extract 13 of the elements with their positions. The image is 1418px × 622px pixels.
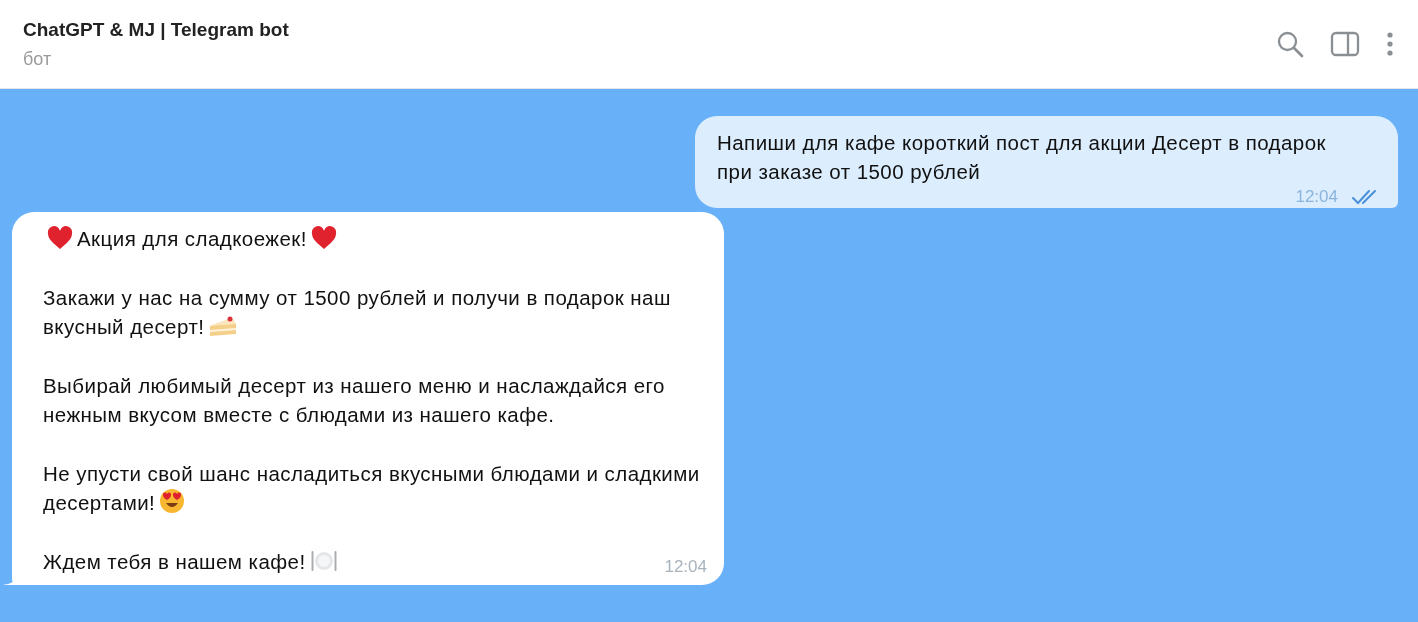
more-menu-icon[interactable] (1386, 31, 1394, 57)
message-text: Напиши для кафе короткий пост для акции Десерт в подарок при заказе от 1500 рублей (717, 131, 1326, 183)
message-text: Ждем тебя в нашем кафе! (43, 550, 342, 573)
message-text: Выбирай любимый десерт из нашего меню и наслаждайся его нежным вкусом вместе с блюдами из нашего кафе. (43, 374, 665, 426)
message-text: Акция для сладкоежек! (43, 227, 341, 250)
message-text: Не упусти свой шанс насладиться вкусными блюдами и сладкими десертами! (43, 462, 700, 514)
chat-title: ChatGPT & MJ | Telegram bot (23, 18, 289, 41)
chat-subtitle: бот (23, 48, 52, 70)
sidebar-toggle-icon[interactable] (1330, 31, 1360, 57)
message-time: 12:04 (1295, 186, 1338, 207)
message-text: Закажи у нас на сумму от 1500 рублей и получи в подарок наш вкусный десерт! (43, 286, 671, 338)
message-time: 12:04 (664, 556, 707, 578)
search-icon[interactable] (1276, 30, 1304, 58)
